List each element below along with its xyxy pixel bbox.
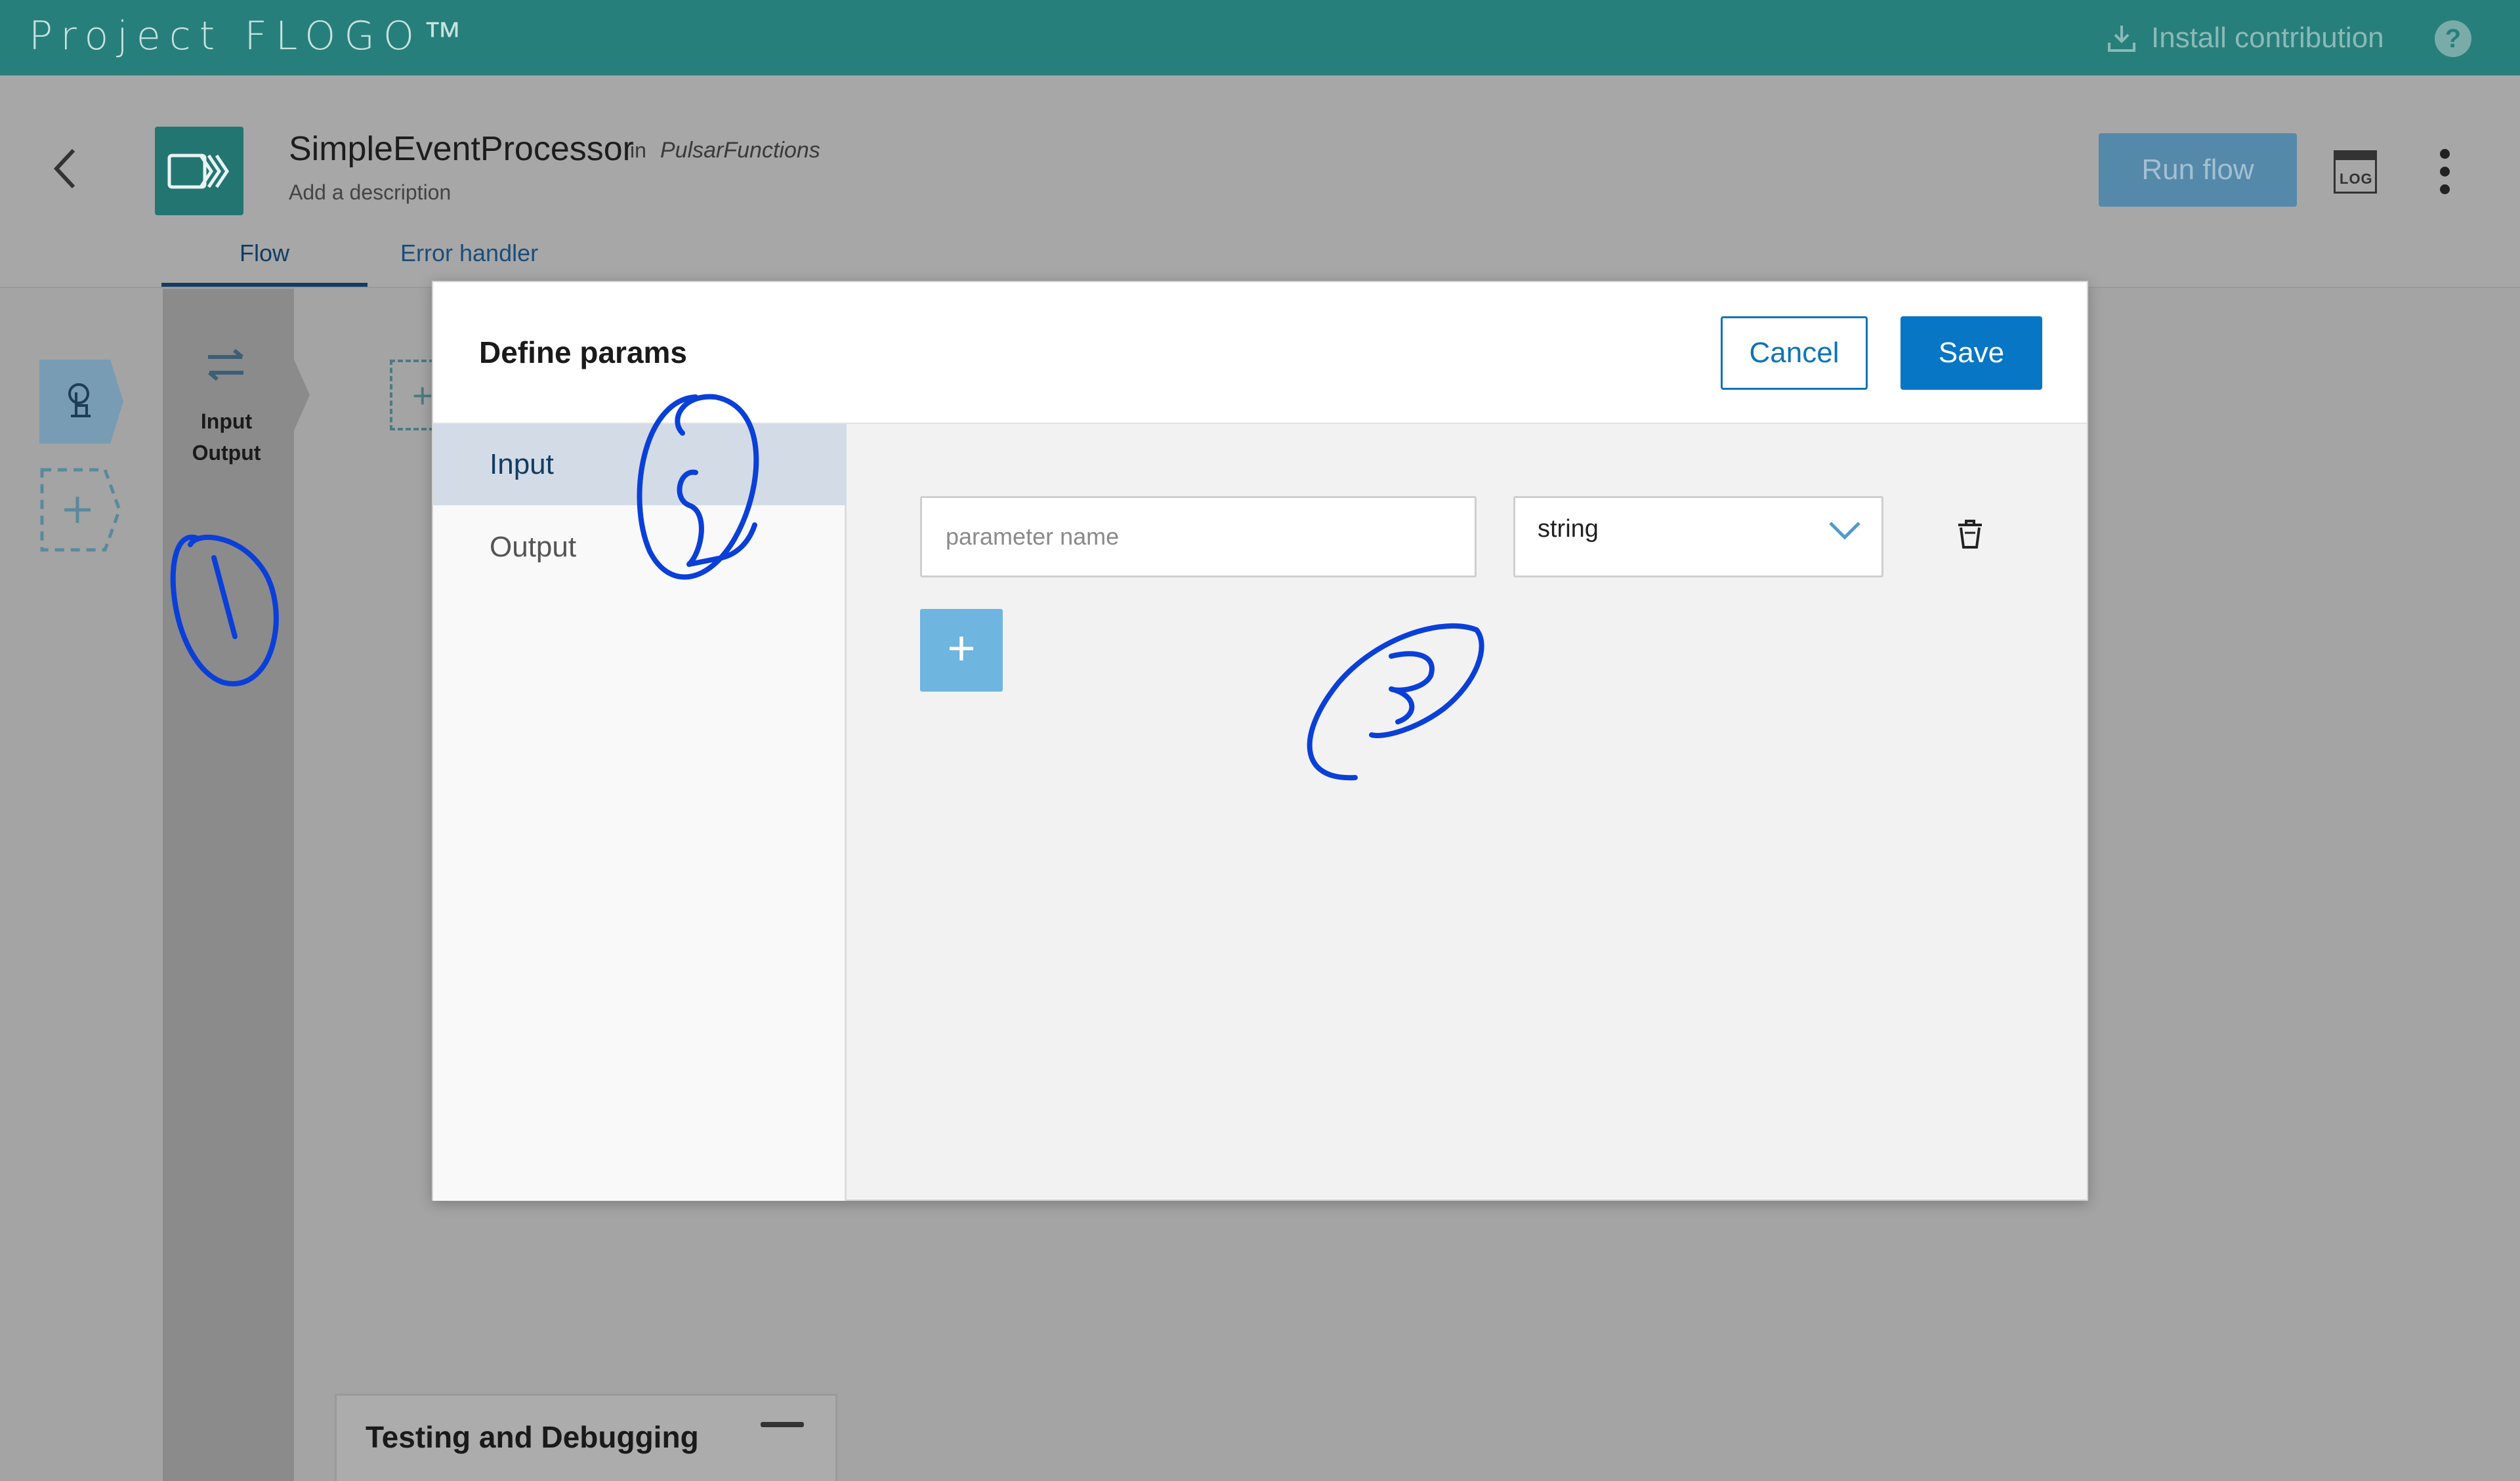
annotation-3-mark — [1307, 623, 1484, 781]
annotation-2-mark — [637, 394, 759, 580]
ink-annotations — [170, 394, 1484, 781]
annotation-1-mark — [170, 534, 279, 686]
